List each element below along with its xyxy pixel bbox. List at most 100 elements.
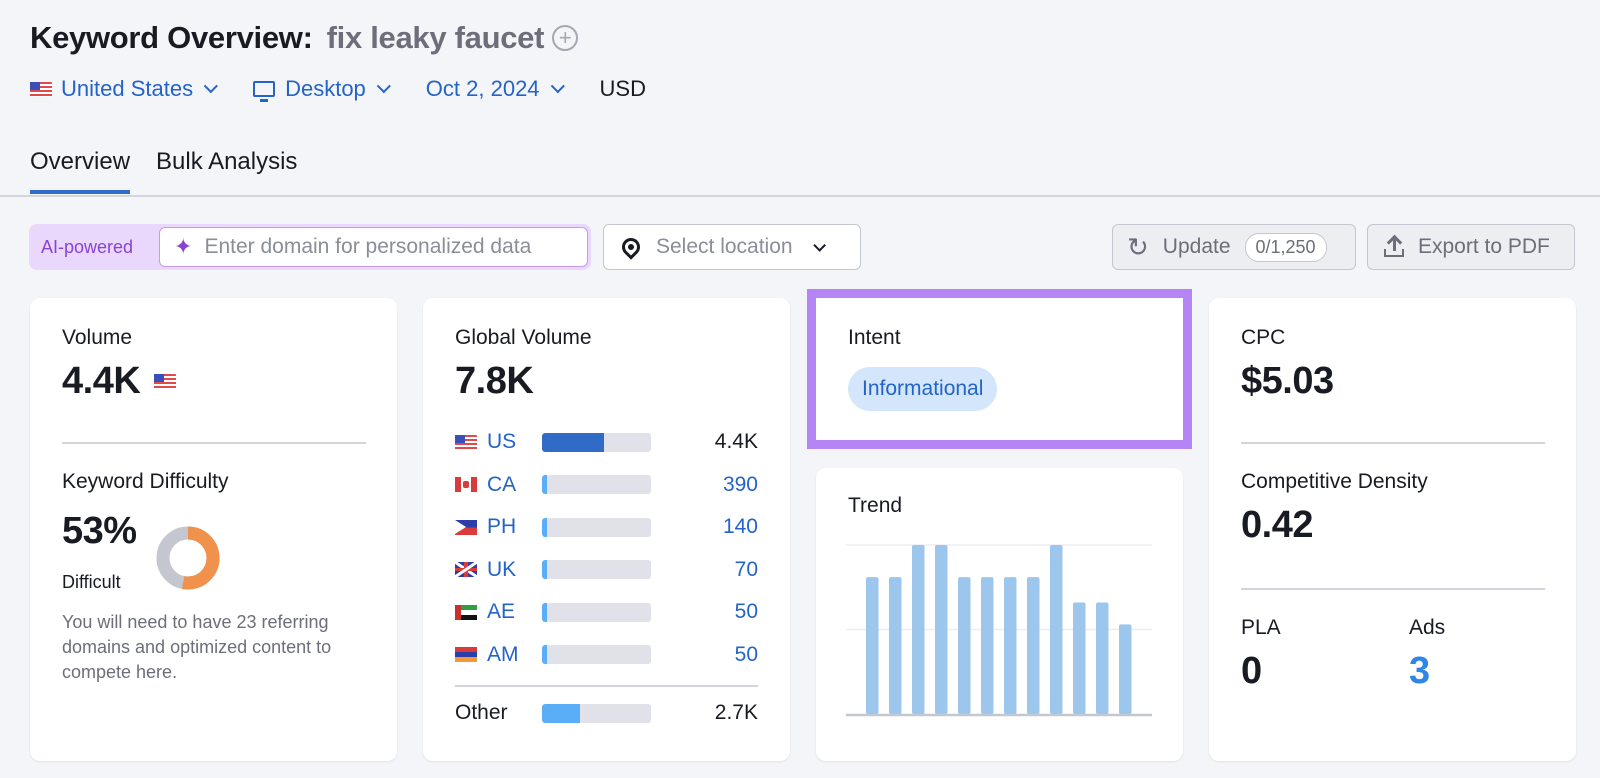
location-select[interactable]: Select location	[603, 224, 861, 270]
date-dropdown[interactable]: Oct 2, 2024	[426, 76, 565, 102]
country-row-ph: PH 140	[455, 512, 758, 542]
trend-bar[interactable]	[958, 577, 971, 714]
country-bar-track	[542, 602, 651, 622]
country-bar-track	[542, 645, 651, 664]
ai-domain-box: AI-powered ✦	[29, 224, 591, 270]
pla-label: PLA	[1241, 616, 1281, 639]
us-flag-icon	[30, 81, 52, 97]
other-value: 2.7K	[714, 701, 758, 724]
trend-bar[interactable]	[1004, 577, 1017, 714]
device-label: Desktop	[285, 76, 366, 101]
divider	[455, 685, 758, 687]
trend-bar[interactable]	[981, 577, 994, 714]
location-placeholder: Select location	[656, 235, 793, 258]
country-row-ae: AE 50	[455, 597, 758, 627]
update-label: Update	[1162, 235, 1231, 258]
trend-bar[interactable]	[889, 577, 902, 714]
country-row-am: AM 50	[455, 640, 758, 670]
country-volume-value[interactable]: 390	[723, 473, 758, 497]
global-volume-card: Global Volume 7.8K US 4.4K CA 390 PH 140 UK 70 A…	[423, 298, 790, 761]
volume-card: Volume 4.4K Keyword Difficulty 53% Diffi…	[30, 298, 397, 761]
filter-bar: United States Desktop Oct 2, 2024 USD	[30, 76, 646, 102]
divider	[1241, 588, 1545, 590]
divider	[62, 442, 366, 444]
ads-value[interactable]: 3	[1409, 650, 1430, 693]
trend-bar[interactable]	[1027, 577, 1040, 714]
country-volume-value[interactable]: 50	[735, 600, 758, 624]
cpc-label: CPC	[1241, 326, 1286, 349]
trend-bar[interactable]	[866, 577, 879, 714]
trend-bar[interactable]	[1119, 624, 1132, 714]
global-volume-label: Global Volume	[455, 326, 592, 349]
ca-flag-icon	[455, 477, 477, 492]
plus-circle-icon[interactable]: +	[552, 25, 579, 51]
competitive-density-label: Competitive Density	[1241, 470, 1428, 493]
trend-bar[interactable]	[1050, 545, 1063, 714]
country-volume-value: 4.4K	[714, 430, 758, 453]
country-bar-track	[542, 560, 651, 579]
toolbar: AI-powered ✦ Select location ↻ Update 0/…	[29, 224, 1575, 270]
country-dropdown[interactable]: United States	[30, 76, 218, 102]
chevron-down-icon	[203, 79, 218, 94]
other-label: Other	[455, 701, 508, 724]
country-bar-track	[542, 517, 651, 537]
chevron-down-icon	[812, 238, 826, 252]
trend-chart	[846, 544, 1152, 717]
intent-label: Intent	[848, 326, 901, 349]
trend-bar[interactable]	[1073, 602, 1086, 714]
chevron-down-icon	[550, 79, 565, 94]
trend-card: Trend	[816, 468, 1183, 761]
domain-input[interactable]	[204, 235, 585, 259]
trend-bar[interactable]	[1096, 602, 1109, 714]
divider	[1241, 442, 1545, 444]
country-row-uk: UK 70	[455, 555, 758, 585]
country-code-link[interactable]: CA	[487, 473, 542, 497]
intent-card: Intent Informational	[816, 298, 1183, 440]
ads-label: Ads	[1409, 616, 1446, 639]
device-dropdown[interactable]: Desktop	[253, 76, 391, 102]
export-pdf-button[interactable]: Export to PDF	[1367, 224, 1575, 270]
country-code-link[interactable]: AM	[487, 643, 542, 667]
page-title: Keyword Overview: fix leaky faucet +	[30, 20, 579, 56]
chevron-down-icon	[376, 79, 391, 94]
kd-donut-chart	[156, 526, 220, 590]
ph-flag-icon	[455, 519, 477, 535]
export-label: Export to PDF	[1418, 235, 1550, 258]
intent-badge[interactable]: Informational	[848, 367, 998, 411]
volume-label: Volume	[62, 326, 133, 349]
country-bar-fill	[542, 475, 548, 494]
kd-description: You will need to have 23 referring domai…	[62, 612, 332, 682]
country-code-link[interactable]: UK	[487, 558, 542, 582]
global-volume-value: 7.8K	[455, 360, 534, 402]
country-bar-track	[542, 432, 651, 452]
tab-bar: Overview Bulk Analysis	[30, 148, 323, 194]
trend-label: Trend	[848, 494, 903, 517]
country-code-link[interactable]: AE	[487, 600, 542, 624]
other-bar-fill	[542, 703, 581, 723]
country-volume-value[interactable]: 140	[723, 515, 758, 539]
country-volume-value[interactable]: 50	[735, 643, 758, 667]
country-volume-value[interactable]: 70	[735, 558, 758, 582]
tab-bulk-analysis[interactable]: Bulk Analysis	[156, 148, 297, 194]
country-label: United States	[61, 76, 194, 101]
pla-value: 0	[1241, 650, 1262, 692]
keyword-text: fix leaky faucet	[326, 20, 545, 55]
tab-overview[interactable]: Overview	[30, 148, 131, 194]
ae-flag-icon	[455, 604, 477, 620]
cpc-value: $5.03	[1241, 360, 1334, 402]
sparkle-icon: ✦	[174, 234, 193, 259]
country-bar-track	[542, 475, 651, 494]
update-button[interactable]: ↻ Update 0/1,250	[1112, 224, 1356, 270]
refresh-icon: ↻	[1127, 231, 1149, 262]
trend-bar[interactable]	[935, 545, 948, 714]
country-bar-fill	[542, 645, 548, 664]
us-flag-icon	[154, 374, 177, 389]
tab-divider	[0, 195, 1600, 197]
page-header: Keyword Overview: fix leaky faucet +	[30, 20, 579, 56]
country-code-link[interactable]: PH	[487, 515, 542, 539]
trend-bar[interactable]	[912, 545, 925, 714]
location-pin-icon	[618, 234, 644, 260]
volume-value: 4.4K	[62, 360, 141, 402]
ai-powered-label: AI-powered	[41, 236, 134, 257]
country-code-link[interactable]: US	[487, 430, 542, 454]
